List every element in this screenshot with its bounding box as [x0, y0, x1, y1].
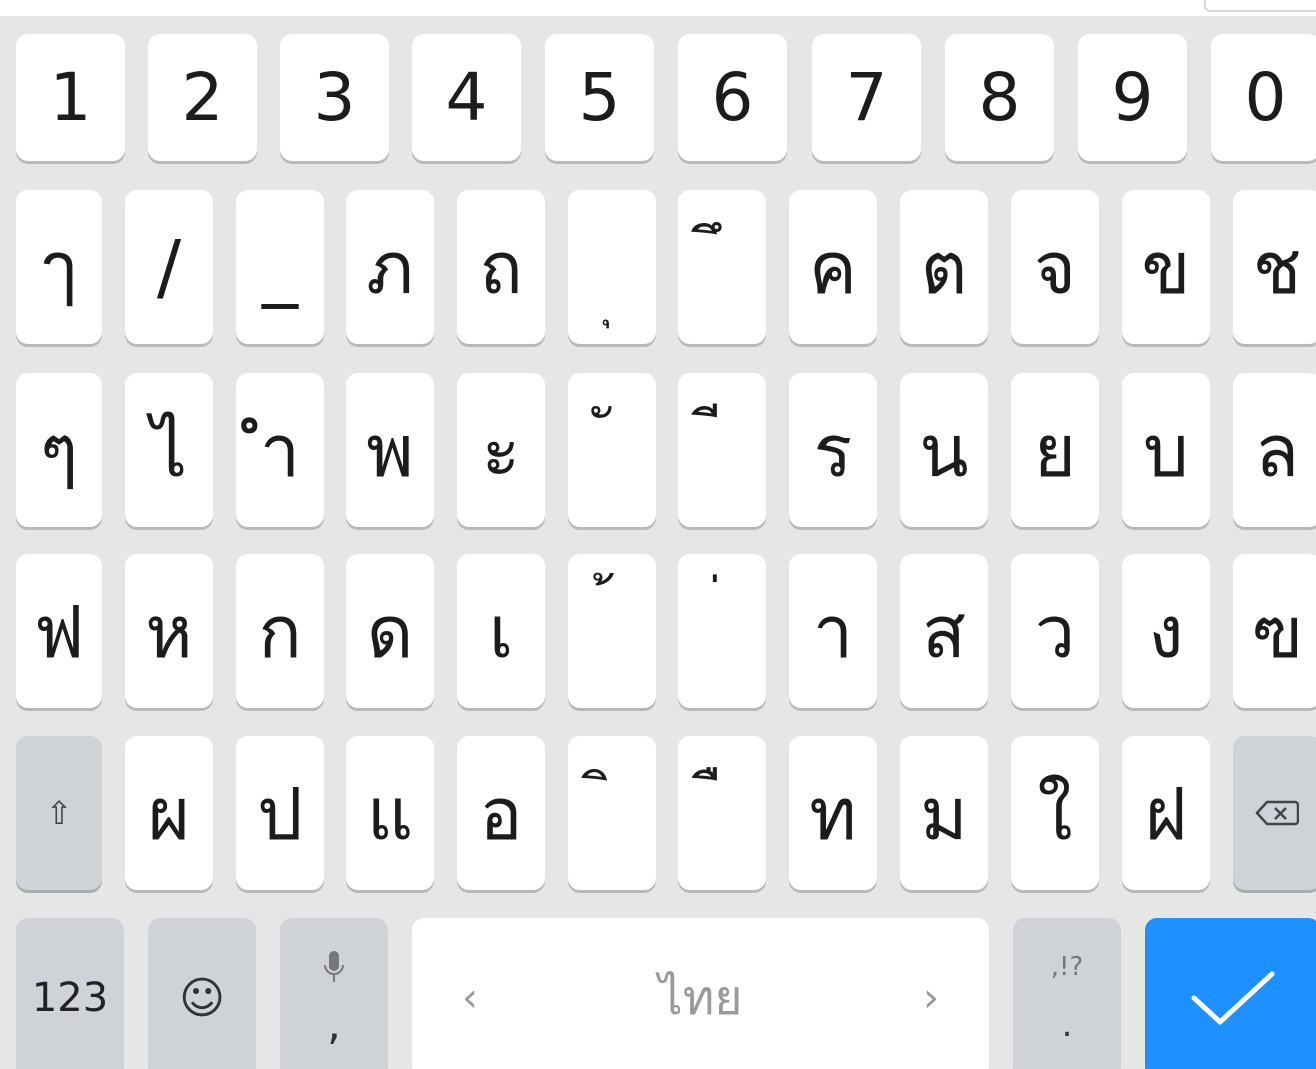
- key-7[interactable]: 7: [812, 34, 921, 161]
- key-thai-r2-6[interactable]: ุ: [568, 190, 656, 344]
- emoji-key[interactable]: ☺: [148, 918, 256, 1069]
- key-thai-r3-3[interactable]: ำ: [236, 373, 324, 527]
- key-thai-r2-2[interactable]: /: [125, 190, 213, 344]
- key-thai-r3-8[interactable]: ร: [789, 373, 877, 527]
- key-thai-r5-2[interactable]: ป: [236, 736, 324, 890]
- key-thai-r4-12[interactable]: ฃ: [1233, 554, 1316, 708]
- key-thai-r3-6[interactable]: ั: [568, 373, 656, 527]
- key-thai-r4-6[interactable]: ้: [568, 554, 656, 708]
- key-thai-r2-10[interactable]: จ: [1011, 190, 1099, 344]
- key-4[interactable]: 4: [412, 34, 521, 161]
- key-thai-r3-12[interactable]: ล: [1233, 373, 1316, 527]
- key-thai-r3-11[interactable]: บ: [1122, 373, 1210, 527]
- key-thai-r5-10[interactable]: ฝ: [1122, 736, 1210, 890]
- key-1[interactable]: 1: [16, 34, 125, 161]
- key-thai-r3-9[interactable]: น: [900, 373, 988, 527]
- chevron-left-icon: ‹: [462, 975, 478, 1021]
- key-thai-r2-8[interactable]: ค: [789, 190, 877, 344]
- language-label: ไทย: [658, 970, 743, 1026]
- comma-voice-key[interactable]: ,: [280, 918, 388, 1069]
- key-thai-r3-4[interactable]: พ: [346, 373, 434, 527]
- microphone-icon: [322, 949, 346, 989]
- key-0[interactable]: 0: [1211, 34, 1316, 161]
- key-thai-r3-5[interactable]: ะ: [457, 373, 545, 527]
- key-9[interactable]: 9: [1078, 34, 1187, 161]
- key-thai-r4-5[interactable]: เ: [457, 554, 545, 708]
- key-thai-r2-5[interactable]: ถ: [457, 190, 545, 344]
- shift-key[interactable]: ⇧: [16, 736, 102, 890]
- key-8[interactable]: 8: [945, 34, 1054, 161]
- key-thai-r2-4[interactable]: ภ: [346, 190, 434, 344]
- backspace-key[interactable]: [1233, 736, 1316, 890]
- key-thai-r5-6[interactable]: ื: [678, 736, 766, 890]
- key-thai-r2-1[interactable]: ๅ: [16, 190, 102, 344]
- comma-label: ,: [327, 999, 341, 1050]
- key-thai-r3-7[interactable]: ี: [678, 373, 766, 527]
- emoji-icon: ☺: [179, 972, 225, 1024]
- key-thai-r5-9[interactable]: ใ: [1011, 736, 1099, 890]
- key-6[interactable]: 6: [678, 34, 787, 161]
- key-thai-r3-1[interactable]: ๆ: [16, 373, 102, 527]
- key-thai-r3-10[interactable]: ย: [1011, 373, 1099, 527]
- thai-keyboard: 1 2 3 4 5 6 7 8 9 0 ๅ / _ ภ ถ ุ ึ ค ต จ …: [0, 16, 1316, 1069]
- punctuation-hint: ,!?: [1050, 952, 1084, 982]
- top-bar: [0, 0, 1316, 16]
- key-thai-r2-9[interactable]: ต: [900, 190, 988, 344]
- key-thai-r5-8[interactable]: ม: [900, 736, 988, 890]
- key-thai-r4-9[interactable]: ส: [900, 554, 988, 708]
- shift-icon: ⇧: [45, 794, 73, 832]
- key-2[interactable]: 2: [148, 34, 257, 161]
- punctuation-key[interactable]: ,!? .: [1013, 918, 1121, 1069]
- key-thai-r5-5[interactable]: ิ: [568, 736, 656, 890]
- key-thai-r4-7[interactable]: ่: [678, 554, 766, 708]
- key-thai-r2-12[interactable]: ช: [1233, 190, 1316, 344]
- key-thai-r4-2[interactable]: ห: [125, 554, 213, 708]
- key-thai-r5-3[interactable]: แ: [346, 736, 434, 890]
- key-thai-r4-8[interactable]: า: [789, 554, 877, 708]
- numbers-key-label: 123: [31, 975, 109, 1021]
- key-thai-r5-1[interactable]: ผ: [125, 736, 213, 890]
- key-thai-r4-4[interactable]: ด: [346, 554, 434, 708]
- key-thai-r4-10[interactable]: ว: [1011, 554, 1099, 708]
- backspace-icon: [1255, 800, 1299, 826]
- key-thai-r2-7[interactable]: ึ: [678, 190, 766, 344]
- enter-key[interactable]: [1145, 918, 1316, 1069]
- numbers-key[interactable]: 123: [16, 918, 124, 1069]
- key-3[interactable]: 3: [280, 34, 389, 161]
- key-thai-r4-1[interactable]: ฟ: [16, 554, 102, 708]
- key-thai-r2-3[interactable]: _: [236, 190, 324, 344]
- top-tab: [1204, 0, 1316, 12]
- key-thai-r2-11[interactable]: ข: [1122, 190, 1210, 344]
- key-5[interactable]: 5: [545, 34, 654, 161]
- key-thai-r5-4[interactable]: อ: [457, 736, 545, 890]
- period-label: .: [1061, 1005, 1073, 1045]
- checkmark-icon: [1188, 968, 1278, 1028]
- space-key[interactable]: ‹ ไทย ›: [412, 918, 989, 1069]
- key-thai-r3-2[interactable]: ไ: [125, 373, 213, 527]
- key-thai-r4-3[interactable]: ก: [236, 554, 324, 708]
- key-thai-r5-7[interactable]: ท: [789, 736, 877, 890]
- key-thai-r4-11[interactable]: ง: [1122, 554, 1210, 708]
- chevron-right-icon: ›: [923, 975, 939, 1021]
